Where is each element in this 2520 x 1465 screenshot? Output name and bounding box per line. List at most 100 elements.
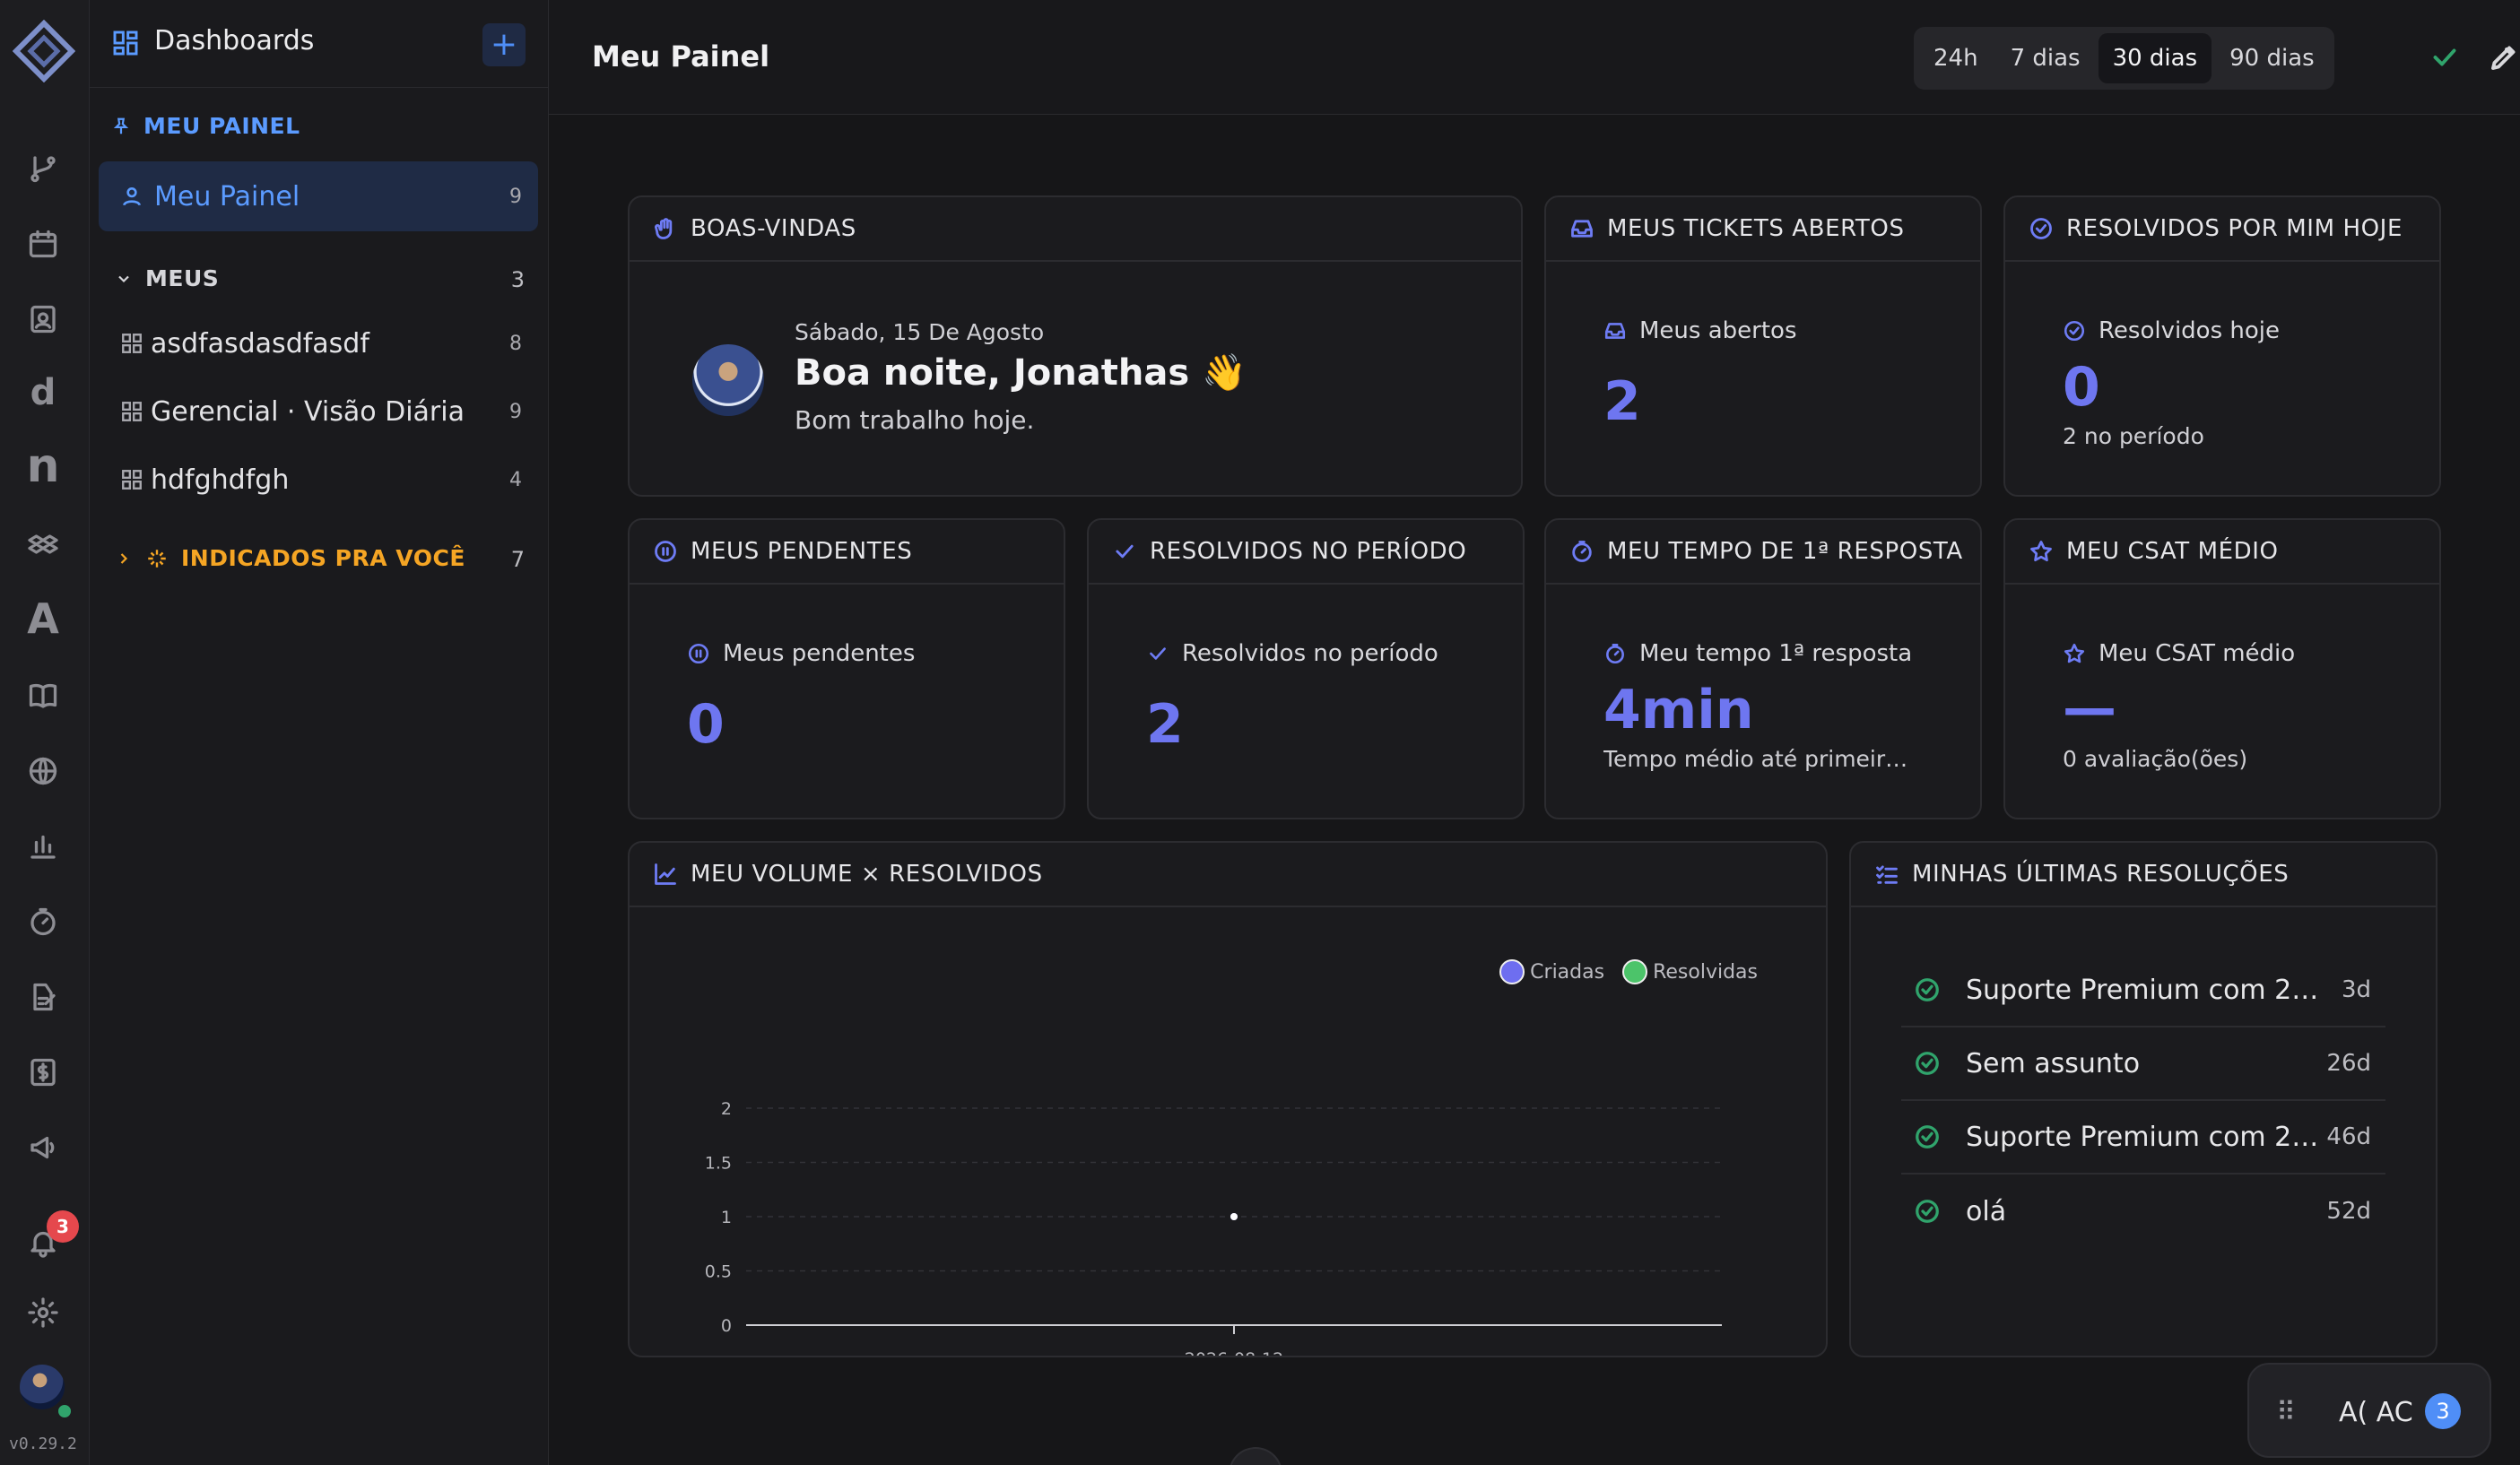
page-header: Meu Painel 24h 7 dias 30 dias 90 dias ··… xyxy=(549,0,2520,115)
kpi-value: — xyxy=(2063,677,2116,740)
welcome-avatar xyxy=(692,344,764,416)
sidebar-item-meu-painel[interactable]: Meu Painel 9 xyxy=(99,161,538,231)
check-circle-icon xyxy=(1916,1052,1939,1075)
globe-icon[interactable] xyxy=(25,753,61,789)
sidebar-item-label: Gerencial · Visão Diária xyxy=(151,395,465,428)
billing-icon[interactable] xyxy=(25,1054,61,1090)
pending-card: MEUS PENDENTES Meus pendentes 0 xyxy=(628,518,1065,819)
floating-agent-widget[interactable]: ⠿ A( AC 3 xyxy=(2247,1363,2491,1458)
resolved-period-card: RESOLVIDOS NO PERÍODO Resolvidos no perí… xyxy=(1087,518,1525,819)
settings-gear-icon[interactable] xyxy=(25,1295,61,1331)
resolution-item[interactable]: Sem assunto 26d xyxy=(1901,1027,2385,1101)
csat-card: MEU CSAT MÉDIO Meu CSAT médio — 0 avalia… xyxy=(2003,518,2441,819)
card-header: RESOLVIDOS POR MIM HOJE xyxy=(2005,197,2439,262)
kpi-label: Meus pendentes xyxy=(687,640,915,667)
resolution-item[interactable]: Suporte Premium com 2 pa... 3d xyxy=(1901,954,2385,1027)
timer-icon[interactable] xyxy=(25,904,61,940)
welcome-greeting: Boa noite, Jonathas 👋 xyxy=(795,352,1247,394)
sidebar-item-count: 9 xyxy=(509,185,522,208)
dashboards-sidebar: Dashboards + MEU PAINEL Meu Painel 9 MEU… xyxy=(90,0,549,1465)
kpi-subtext: 2 no período xyxy=(2063,423,2204,449)
integration-n-icon[interactable]: n xyxy=(25,439,61,493)
card-header: MEU CSAT MÉDIO xyxy=(2005,520,2439,585)
sidebar-item-count: 9 xyxy=(509,400,522,423)
check-circle-icon xyxy=(1916,1125,1939,1149)
check-icon[interactable] xyxy=(2429,41,2461,74)
drag-handle-icon[interactable]: ⠿ xyxy=(2276,1397,2296,1428)
app-logo-icon[interactable] xyxy=(13,20,75,82)
bar-chart-icon[interactable] xyxy=(25,828,61,864)
resolution-title: Suporte Premium com 2 p... xyxy=(1966,1121,2324,1153)
sidebar-item-hdfghdfgh[interactable]: hdfghdfgh 4 xyxy=(99,445,538,515)
resolution-title: Sem assunto xyxy=(1966,1047,2141,1079)
kpi-label: Resolvidos hoje xyxy=(2063,317,2280,344)
open-tickets-card: MEUS TICKETS ABERTOS Meus abertos 2 xyxy=(1544,195,1982,497)
calendar-icon[interactable] xyxy=(25,226,61,262)
integration-a-icon[interactable]: A xyxy=(25,594,61,643)
edit-pencil-icon[interactable] xyxy=(2488,41,2520,74)
star-icon xyxy=(2064,643,2085,663)
app-version: v0.29.2 xyxy=(9,1435,77,1453)
check-icon xyxy=(1116,544,1134,559)
star-icon xyxy=(2030,541,2052,562)
resolved-today-card: RESOLVIDOS POR MIM HOJE Resolvidos hoje … xyxy=(2003,195,2441,497)
volume-chart-card: MEU VOLUME × RESOLVIDOS Criadas Resolvid… xyxy=(628,841,1828,1357)
resolution-item[interactable]: Suporte Premium com 2 p... 46d xyxy=(1901,1101,2385,1175)
range-24h-button[interactable]: 24h xyxy=(1919,33,1993,83)
sidebar-item-count: 4 xyxy=(509,468,522,491)
first-response-card: MEU TEMPO DE 1ª RESPOSTA Meu tempo 1ª re… xyxy=(1544,518,1982,819)
card-header: BOAS-VINDAS xyxy=(630,197,1521,262)
range-90d-button[interactable]: 90 dias xyxy=(2215,33,2329,83)
sidebar-header: Dashboards + xyxy=(90,0,549,88)
resolutions-list: Suporte Premium com 2 pa... 3d Sem assun… xyxy=(1851,954,2436,1259)
resolution-item[interactable]: olá 52d xyxy=(1901,1175,2385,1248)
sidebar-item-count: 8 xyxy=(509,332,522,355)
user-avatar[interactable] xyxy=(20,1365,65,1409)
resolution-age: 52d xyxy=(2326,1198,2371,1225)
resolution-age: 46d xyxy=(2326,1123,2371,1150)
sidebar-item-label: asdfasdasdfasdf xyxy=(151,327,369,360)
edit-document-icon[interactable] xyxy=(25,979,61,1015)
megaphone-icon[interactable] xyxy=(25,1130,61,1166)
resolution-title: Suporte Premium com 2 pa... xyxy=(1966,974,2324,1006)
check-icon xyxy=(1150,647,1166,660)
kpi-subtext: 0 avaliação(ões) xyxy=(2063,746,2248,772)
contacts-icon[interactable] xyxy=(25,301,61,337)
integration-d-icon[interactable]: d xyxy=(25,372,61,413)
add-dashboard-button[interactable]: + xyxy=(482,23,526,66)
resolution-age: 26d xyxy=(2326,1050,2371,1077)
dashboard-grid-icon xyxy=(122,334,142,353)
range-30d-button[interactable]: 30 dias xyxy=(2098,33,2212,83)
pause-circle-icon xyxy=(688,643,709,664)
notification-badge: 3 xyxy=(47,1210,79,1243)
y-tick-label: 1 xyxy=(721,1208,732,1227)
bottom-drawer-handle[interactable] xyxy=(1229,1447,1282,1465)
sidebar-item-gerencial[interactable]: Gerencial · Visão Diária 9 xyxy=(99,377,538,446)
dropbox-icon[interactable] xyxy=(25,529,61,565)
pin-icon xyxy=(113,117,129,134)
sidebar-title: Dashboards xyxy=(154,25,315,56)
book-icon[interactable] xyxy=(25,678,61,714)
widget-count-badge: 3 xyxy=(2425,1393,2461,1429)
check-circle-icon xyxy=(1916,1200,1939,1223)
dashboard-grid-icon xyxy=(122,470,142,490)
y-tick-label: 0.5 xyxy=(705,1262,732,1282)
check-circle-icon xyxy=(2064,320,2085,342)
suggested-section-header[interactable]: INDICADOS PRA VOCÊ xyxy=(115,545,465,571)
meus-section-count: 3 xyxy=(510,267,525,292)
y-tick-label: 1.5 xyxy=(705,1154,732,1174)
pinned-section-header: MEU PAINEL xyxy=(111,113,300,139)
volume-chart: 0 0.5 1 1.5 2 2026-08-12 xyxy=(705,1099,1722,1356)
kpi-value: 0 xyxy=(2063,356,2100,419)
resolution-age: 3d xyxy=(2341,976,2371,1003)
page-title: Meu Painel xyxy=(592,39,770,74)
sidebar-item-asdfasdasdfasdf[interactable]: asdfasdasdfasdf 8 xyxy=(99,308,538,378)
welcome-card: BOAS-VINDAS Sábado, 15 De Agosto Boa noi… xyxy=(628,195,1523,497)
range-7d-button[interactable]: 7 dias xyxy=(1996,33,2095,83)
inbox-icon xyxy=(1571,220,1593,238)
branch-icon[interactable] xyxy=(25,151,61,186)
kpi-label: Meu tempo 1ª resposta xyxy=(1603,640,1912,667)
last-resolutions-card: MINHAS ÚLTIMAS RESOLUÇÕES Suporte Premiu… xyxy=(1849,841,2437,1357)
chevron-down-icon xyxy=(118,275,129,282)
meus-section-header[interactable]: MEUS xyxy=(115,265,219,291)
